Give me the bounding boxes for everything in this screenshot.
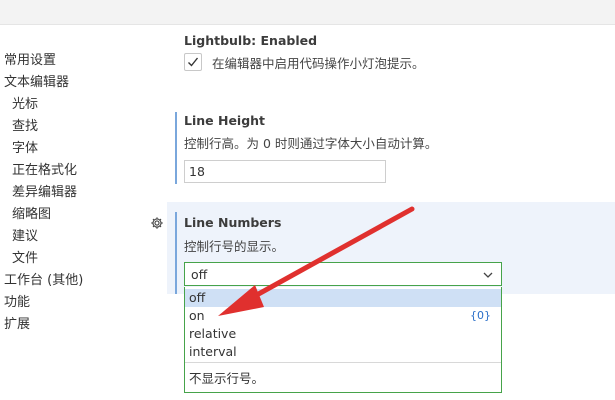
nav-item-diff-editor[interactable]: 差异编辑器 <box>12 185 77 201</box>
nav-item-suggestions[interactable]: 建议 <box>12 229 38 245</box>
lightbulb-setting-description: 在编辑器中启用代码操作小灯泡提示。 <box>212 56 425 71</box>
top-bar <box>0 0 615 25</box>
nav-item-workbench-other[interactable]: 工作台 (其他) <box>4 273 83 289</box>
line-numbers-setting-description: 控制行号的显示。 <box>184 239 285 254</box>
nav-item-find[interactable]: 查找 <box>12 119 38 135</box>
gear-icon[interactable] <box>150 216 164 230</box>
line-numbers-setting-title: Line Numbers <box>184 215 282 230</box>
line-height-input[interactable]: 18 <box>184 160 386 183</box>
line-height-setting-description: 控制行高。为 0 时则通过字体大小自动计算。 <box>184 136 438 151</box>
lightbulb-checkbox[interactable] <box>184 53 202 71</box>
option-interval[interactable]: interval <box>185 343 501 361</box>
option-off-label: off <box>189 290 206 305</box>
option-description: 不显示行号。 <box>189 371 265 386</box>
nav-item-files[interactable]: 文件 <box>12 251 38 267</box>
nav-item-font[interactable]: 字体 <box>12 141 38 157</box>
line-numbers-select[interactable]: off <box>184 262 502 286</box>
nav-item-extensions[interactable]: 扩展 <box>4 317 30 333</box>
option-off[interactable]: off <box>185 289 501 307</box>
line-numbers-focus-indicator <box>175 212 177 294</box>
nav-item-formatting[interactable]: 正在格式化 <box>12 163 77 179</box>
option-on-badge: {0} <box>470 309 491 322</box>
nav-item-minimap[interactable]: 缩略图 <box>12 207 51 223</box>
chevron-down-icon <box>483 272 493 278</box>
nav-item-features[interactable]: 功能 <box>4 295 30 311</box>
lightbulb-setting-title: Lightbulb: Enabled <box>184 33 318 48</box>
option-interval-label: interval <box>189 344 237 359</box>
nav-item-text-editor[interactable]: 文本编辑器 <box>4 75 69 91</box>
checkmark-icon <box>188 57 199 67</box>
nav-item-common[interactable]: 常用设置 <box>4 53 56 69</box>
dropdown-separator <box>185 362 501 363</box>
line-numbers-selected-value: off <box>191 267 208 282</box>
nav-item-cursor[interactable]: 光标 <box>12 97 38 113</box>
option-relative-label: relative <box>189 326 237 341</box>
option-relative[interactable]: relative <box>185 325 501 343</box>
line-height-focus-indicator <box>175 112 177 184</box>
option-on[interactable]: on {0} <box>185 307 501 325</box>
line-numbers-dropdown: off on {0} relative interval 不显示行号。 <box>184 287 502 393</box>
line-height-setting-title: Line Height <box>184 113 266 128</box>
option-on-label: on <box>189 308 205 323</box>
